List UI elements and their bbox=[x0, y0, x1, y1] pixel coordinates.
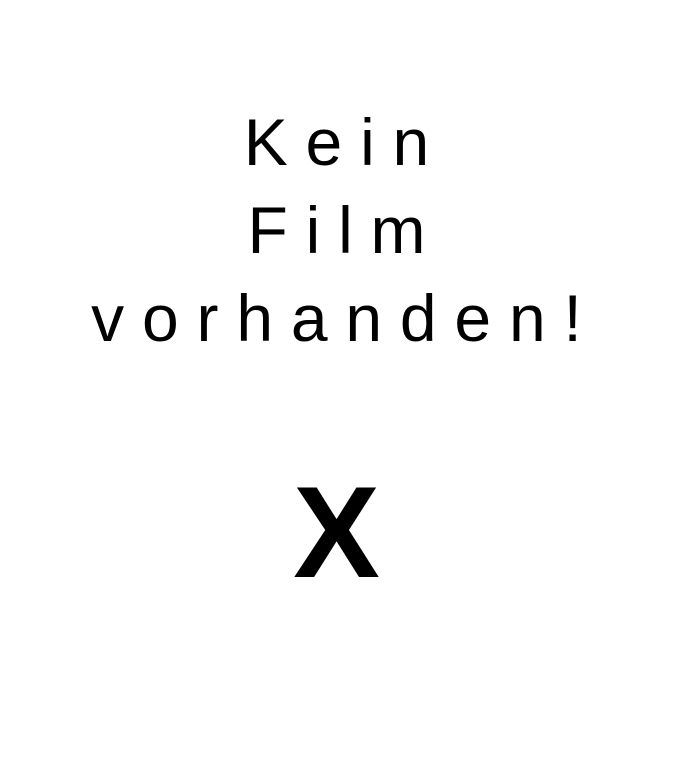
no-film-message: Kein Film vorhanden! bbox=[0, 98, 673, 362]
message-line-3: vorhanden! bbox=[91, 281, 600, 355]
message-line-1: Kein bbox=[243, 105, 448, 179]
close-x-icon[interactable]: X bbox=[0, 462, 673, 602]
message-line-2: Film bbox=[247, 193, 444, 267]
